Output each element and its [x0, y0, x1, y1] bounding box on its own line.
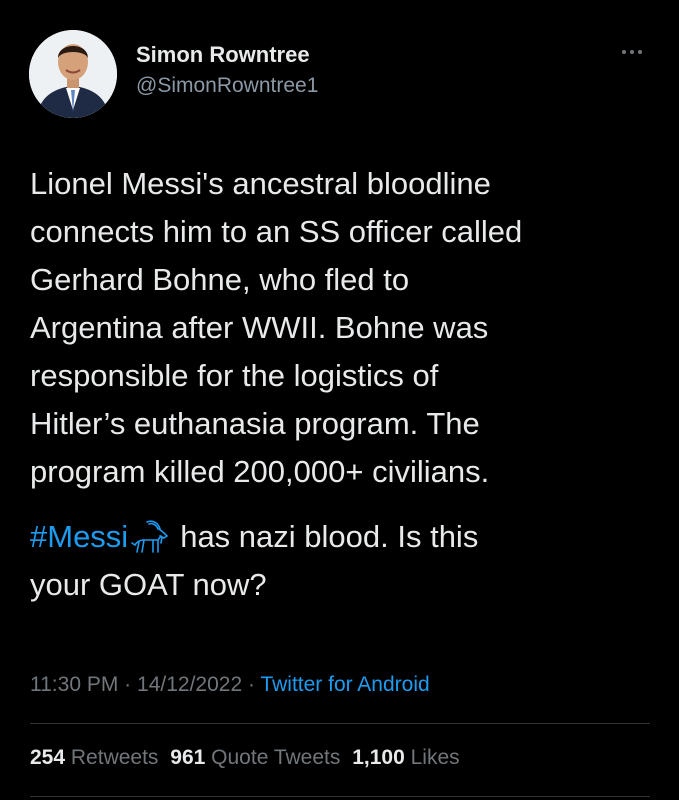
- likes-count: 1,100: [352, 746, 405, 769]
- tweet-meta: 11:30 PM · 14/12/2022 · Twitter for Andr…: [30, 673, 430, 697]
- tweet-line: Lionel Messi's ancestral bloodline: [30, 166, 491, 201]
- more-icon-dot: [638, 50, 642, 54]
- meta-separator: ·: [124, 673, 132, 696]
- tweet-line: Gerhard Bohne, who fled to: [30, 262, 410, 297]
- likes-stat[interactable]: 1,100 Likes: [352, 746, 459, 769]
- retweets-count: 254: [30, 746, 66, 769]
- avatar[interactable]: [29, 30, 117, 118]
- tweet-line: Argentina after WWII. Bohne was: [30, 310, 489, 345]
- more-icon-dot: [630, 50, 634, 54]
- quote-tweets-label: Quote Tweets: [211, 746, 341, 769]
- more-icon: [622, 50, 626, 54]
- tweet-source-link[interactable]: Twitter for Android: [260, 673, 429, 696]
- divider: [30, 796, 650, 797]
- tweet-line: responsible for the logistics of: [30, 358, 439, 393]
- tweet-date[interactable]: 14/12/2022: [137, 673, 242, 696]
- tweet-line: Hitler’s euthanasia program. The: [30, 406, 480, 441]
- divider: [30, 723, 650, 724]
- quote-tweets-count: 961: [170, 746, 206, 769]
- tweet-line: your GOAT now?: [30, 567, 267, 602]
- retweets-label: Retweets: [70, 746, 159, 769]
- goat-emoji-icon: [131, 520, 169, 553]
- tweet-line: connects him to an SS officer called: [30, 214, 523, 249]
- hashtag-link[interactable]: #Messi: [30, 519, 128, 554]
- tweet-text: Lionel Messi's ancestral bloodline conne…: [30, 160, 660, 609]
- more-options-button[interactable]: [614, 40, 650, 64]
- retweets-stat[interactable]: 254 Retweets: [30, 746, 158, 769]
- quote-tweets-stat[interactable]: 961 Quote Tweets: [170, 746, 340, 769]
- avatar-image: [29, 30, 117, 118]
- tweet-paragraph: Lionel Messi's ancestral bloodline conne…: [30, 160, 660, 496]
- author-handle[interactable]: @SimonRowntree1: [136, 74, 318, 98]
- author-display-name[interactable]: Simon Rowntree: [136, 42, 310, 68]
- tweet-line: has nazi blood. Is this: [180, 519, 479, 554]
- tweet-time[interactable]: 11:30 PM: [30, 673, 118, 696]
- tweet-line: program killed 200,000+ civilians.: [30, 454, 490, 489]
- tweet-stats: 254 Retweets 961 Quote Tweets 1,100 Like…: [30, 746, 466, 770]
- likes-label: Likes: [410, 746, 460, 769]
- meta-separator: ·: [247, 673, 255, 696]
- tweet-paragraph: #Messi has nazi blood. Is this your GOAT…: [30, 513, 660, 609]
